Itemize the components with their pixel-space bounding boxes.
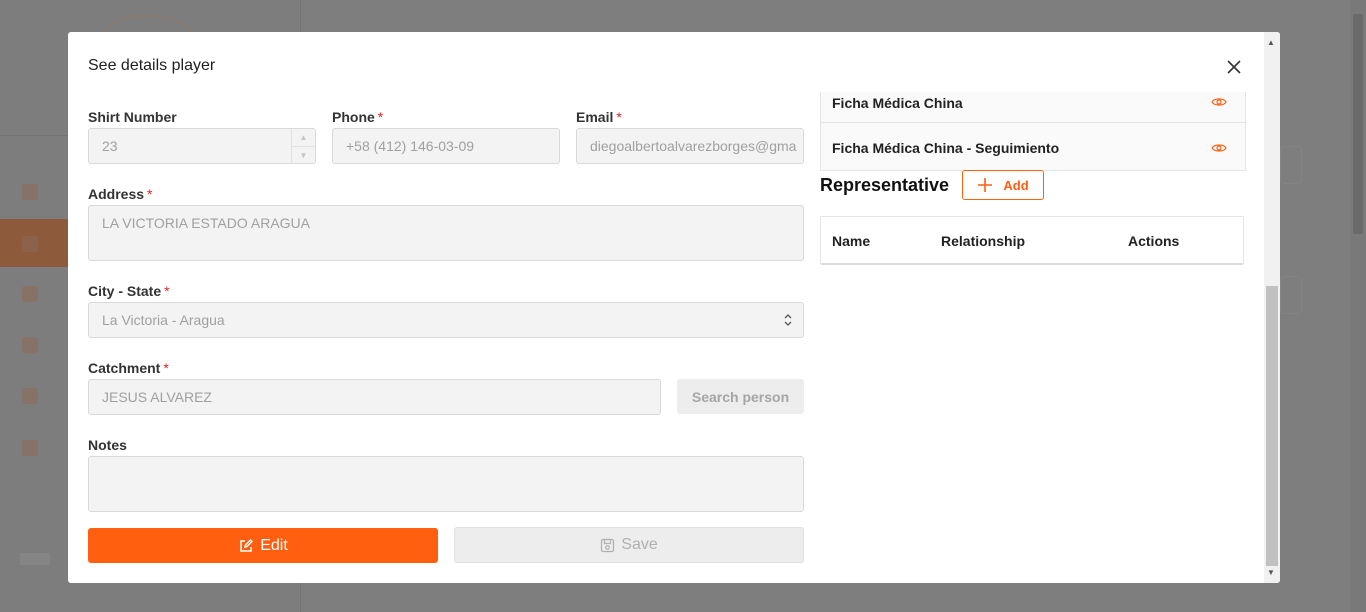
save-button[interactable]: Save bbox=[454, 527, 804, 563]
table-header-divider bbox=[821, 263, 1243, 265]
table-header-relationship: Relationship bbox=[941, 233, 1026, 249]
scroll-up-icon[interactable]: ▲ bbox=[1267, 38, 1275, 47]
catchment-label: Catchment * bbox=[88, 360, 169, 376]
email-input[interactable]: diegoalbertoalvarezborges@gma bbox=[576, 128, 804, 164]
documents-list: Ficha Médica China Ficha Médica China - … bbox=[820, 92, 1246, 171]
page-scrollbar[interactable] bbox=[1350, 0, 1366, 612]
view-document-icon[interactable] bbox=[1211, 95, 1227, 109]
close-icon bbox=[1227, 60, 1241, 74]
notes-label: Notes bbox=[88, 437, 127, 453]
plus-icon bbox=[978, 178, 993, 192]
view-document-icon[interactable] bbox=[1211, 141, 1227, 155]
home-icon bbox=[22, 184, 38, 200]
player-icon bbox=[22, 236, 38, 252]
chevron-up-down-icon bbox=[784, 314, 792, 326]
email-label: Email * bbox=[576, 109, 622, 125]
table-header-actions: Actions bbox=[1128, 233, 1180, 249]
calendar-icon bbox=[22, 286, 38, 302]
number-stepper[interactable]: ▲ ▼ bbox=[291, 129, 315, 163]
search-person-button[interactable]: Search person bbox=[677, 379, 804, 414]
table-header-name: Name bbox=[832, 233, 871, 249]
shirt-number-input[interactable]: 23 ▲ ▼ bbox=[88, 128, 316, 164]
close-button[interactable] bbox=[1222, 55, 1246, 79]
edit-button[interactable]: Edit bbox=[88, 528, 438, 563]
background-control bbox=[1280, 276, 1302, 314]
representative-title: Representative bbox=[820, 175, 950, 195]
add-representative-button[interactable]: Add bbox=[962, 170, 1044, 200]
modal-scrollbar[interactable]: ▲ ▼ bbox=[1264, 32, 1280, 583]
player-details-modal: See details player Shirt Number 23 ▲ ▼ P… bbox=[68, 32, 1280, 583]
phone-input[interactable]: +58 (412) 146-03-09 bbox=[332, 128, 560, 164]
representative-table: Name Relationship Actions bbox=[820, 216, 1244, 265]
address-textarea[interactable]: LA VICTORIA ESTADO ARAGUA bbox=[88, 205, 804, 261]
edit-icon bbox=[240, 538, 254, 552]
city-state-label: City - State * bbox=[88, 283, 170, 299]
modal-title: See details player bbox=[88, 57, 216, 74]
document-icon bbox=[22, 337, 38, 353]
address-label: Address * bbox=[88, 186, 153, 202]
city-state-select[interactable]: La Victoria - Aragua bbox=[88, 302, 804, 338]
shirt-number-label: Shirt Number bbox=[88, 109, 177, 125]
scroll-down-icon[interactable]: ▼ bbox=[1267, 568, 1275, 577]
notes-textarea[interactable] bbox=[88, 456, 804, 512]
stats-icon bbox=[22, 388, 38, 404]
chevron-down-icon[interactable]: ▼ bbox=[292, 147, 315, 163]
scrollbar-thumb[interactable] bbox=[1266, 286, 1278, 566]
list-item: Ficha Médica China - Seguimiento bbox=[821, 123, 1245, 170]
phone-label: Phone * bbox=[332, 109, 384, 125]
settings-icon bbox=[22, 440, 38, 456]
list-item: Ficha Médica China bbox=[821, 92, 1245, 123]
background-control bbox=[1280, 146, 1302, 184]
catchment-input[interactable]: JESUS ALVAREZ bbox=[88, 379, 661, 415]
save-icon bbox=[601, 538, 615, 552]
sidebar-footer bbox=[20, 553, 50, 565]
